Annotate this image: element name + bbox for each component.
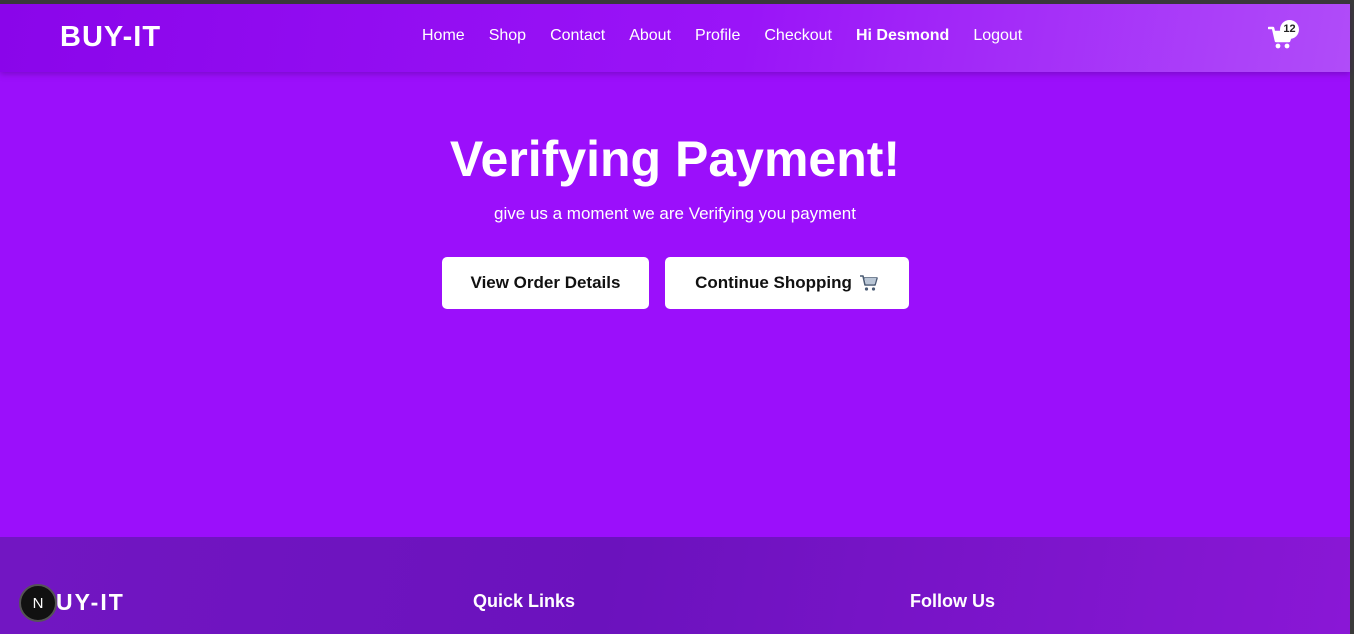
page-title: Verifying Payment! [449,131,901,187]
nav-link-checkout[interactable]: Checkout [752,27,844,45]
page-subtitle: give us a moment we are Verifying you pa… [494,204,856,223]
payment-verification-section: Verifying Payment! give us a moment we a… [0,129,1350,224]
footer: UY-IT Quick Links Follow Us [0,537,1350,634]
nav-links: Home Shop Contact About Profile Checkout… [410,27,1034,45]
view-order-details-button[interactable]: View Order Details [442,257,649,309]
dev-tools-label: N [32,594,44,612]
cart-button[interactable]: 12 [1267,20,1299,52]
footer-brand: UY-IT [56,589,125,615]
nav-link-profile[interactable]: Profile [683,27,752,45]
continue-shopping-button[interactable]: Continue Shopping [665,257,909,309]
nav-link-about[interactable]: About [617,27,683,45]
brand-logo[interactable]: BUY-IT [60,21,161,54]
nav-link-shop[interactable]: Shop [477,27,538,45]
nav-link-contact[interactable]: Contact [538,27,617,45]
cart-count-badge: 12 [1280,20,1299,39]
view-order-details-label: View Order Details [470,273,621,292]
quick-links-heading: Quick Links [473,591,576,611]
navbar: BUY-IT Home Shop Contact About Profile C… [0,4,1350,72]
continue-shopping-label: Continue Shopping [695,273,852,292]
user-greeting[interactable]: Hi Desmond [844,27,961,45]
shopping-cart-icon [859,274,879,292]
nav-link-home[interactable]: Home [410,27,477,45]
nav-link-logout[interactable]: Logout [961,27,1034,45]
follow-us-heading: Follow Us [910,591,995,611]
dev-tools-n-icon[interactable]: N [19,584,57,622]
